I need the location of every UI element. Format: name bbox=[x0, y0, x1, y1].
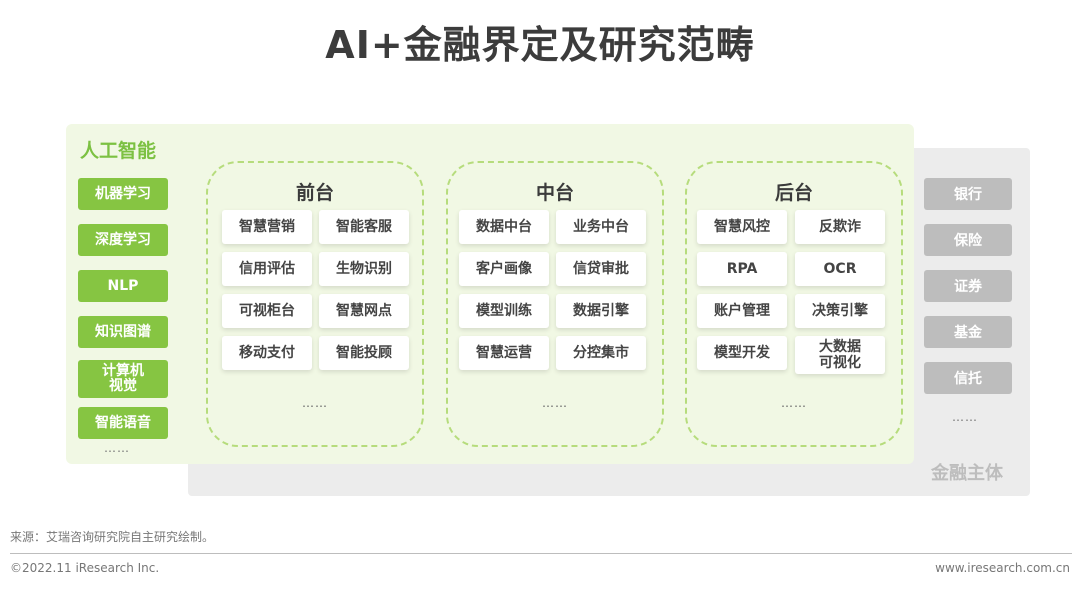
finance-item-bank: 银行 bbox=[924, 178, 1012, 210]
ai-item-dl: 深度学习 bbox=[78, 224, 168, 256]
finance-item-insurance: 保险 bbox=[924, 224, 1012, 256]
back-chip: 大数据 可视化 bbox=[795, 336, 885, 374]
page-title: AI+金融界定及研究范畴 bbox=[325, 23, 755, 67]
back-chip: RPA bbox=[697, 252, 787, 286]
back-chip: 决策引擎 bbox=[795, 294, 885, 328]
back-chip: 账户管理 bbox=[697, 294, 787, 328]
finance-title: 金融主体 bbox=[931, 463, 1003, 484]
ai-item-speech: 智能语音 bbox=[78, 407, 168, 439]
middle-chip: 数据引擎 bbox=[556, 294, 646, 328]
ai-item-cv: 计算机 视觉 bbox=[78, 360, 168, 398]
front-chip: 智慧营销 bbox=[222, 210, 312, 244]
front-chip: 智能投顾 bbox=[319, 336, 409, 370]
middle-platform-title: 中台 bbox=[535, 182, 574, 204]
source-note: 来源：艾瑞咨询研究院自主研究绘制。 bbox=[10, 530, 215, 544]
middle-chip: 业务中台 bbox=[556, 210, 646, 244]
ai-title: 人工智能 bbox=[80, 140, 157, 162]
middle-chip: 分控集市 bbox=[556, 336, 646, 370]
back-chip: 反欺诈 bbox=[795, 210, 885, 244]
front-chip: 智能客服 bbox=[319, 210, 409, 244]
ai-item-ml: 机器学习 bbox=[78, 178, 168, 210]
copyright: ©2022.11 iResearch Inc. bbox=[10, 561, 160, 575]
finance-item-securities: 证券 bbox=[924, 270, 1012, 302]
middle-chip: 客户画像 bbox=[459, 252, 549, 286]
finance-item-trust: 信托 bbox=[924, 362, 1012, 394]
middle-more: …… bbox=[542, 396, 568, 410]
back-chip: OCR bbox=[795, 252, 885, 286]
ai-item-kg: 知识图谱 bbox=[78, 316, 168, 348]
finance-item-fund: 基金 bbox=[924, 316, 1012, 348]
front-platform-title: 前台 bbox=[295, 182, 334, 204]
front-chip: 可视柜台 bbox=[222, 294, 312, 328]
front-chip: 智慧网点 bbox=[319, 294, 409, 328]
front-chip: 信用评估 bbox=[222, 252, 312, 286]
finance-more: …… bbox=[952, 410, 978, 424]
ai-more: …… bbox=[104, 441, 130, 455]
back-chip: 模型开发 bbox=[697, 336, 787, 370]
front-chip: 生物识别 bbox=[319, 252, 409, 286]
middle-chip: 模型训练 bbox=[459, 294, 549, 328]
back-chip: 智慧风控 bbox=[697, 210, 787, 244]
front-more: …… bbox=[302, 396, 328, 410]
front-chip: 移动支付 bbox=[222, 336, 312, 370]
middle-chip: 智慧运营 bbox=[459, 336, 549, 370]
website-link[interactable]: www.iresearch.com.cn bbox=[935, 561, 1070, 575]
middle-chip: 数据中台 bbox=[459, 210, 549, 244]
footer-divider bbox=[10, 553, 1072, 554]
middle-chip: 信贷审批 bbox=[556, 252, 646, 286]
back-more: …… bbox=[781, 396, 807, 410]
ai-item-nlp: NLP bbox=[78, 270, 168, 302]
back-platform-title: 后台 bbox=[774, 182, 813, 204]
